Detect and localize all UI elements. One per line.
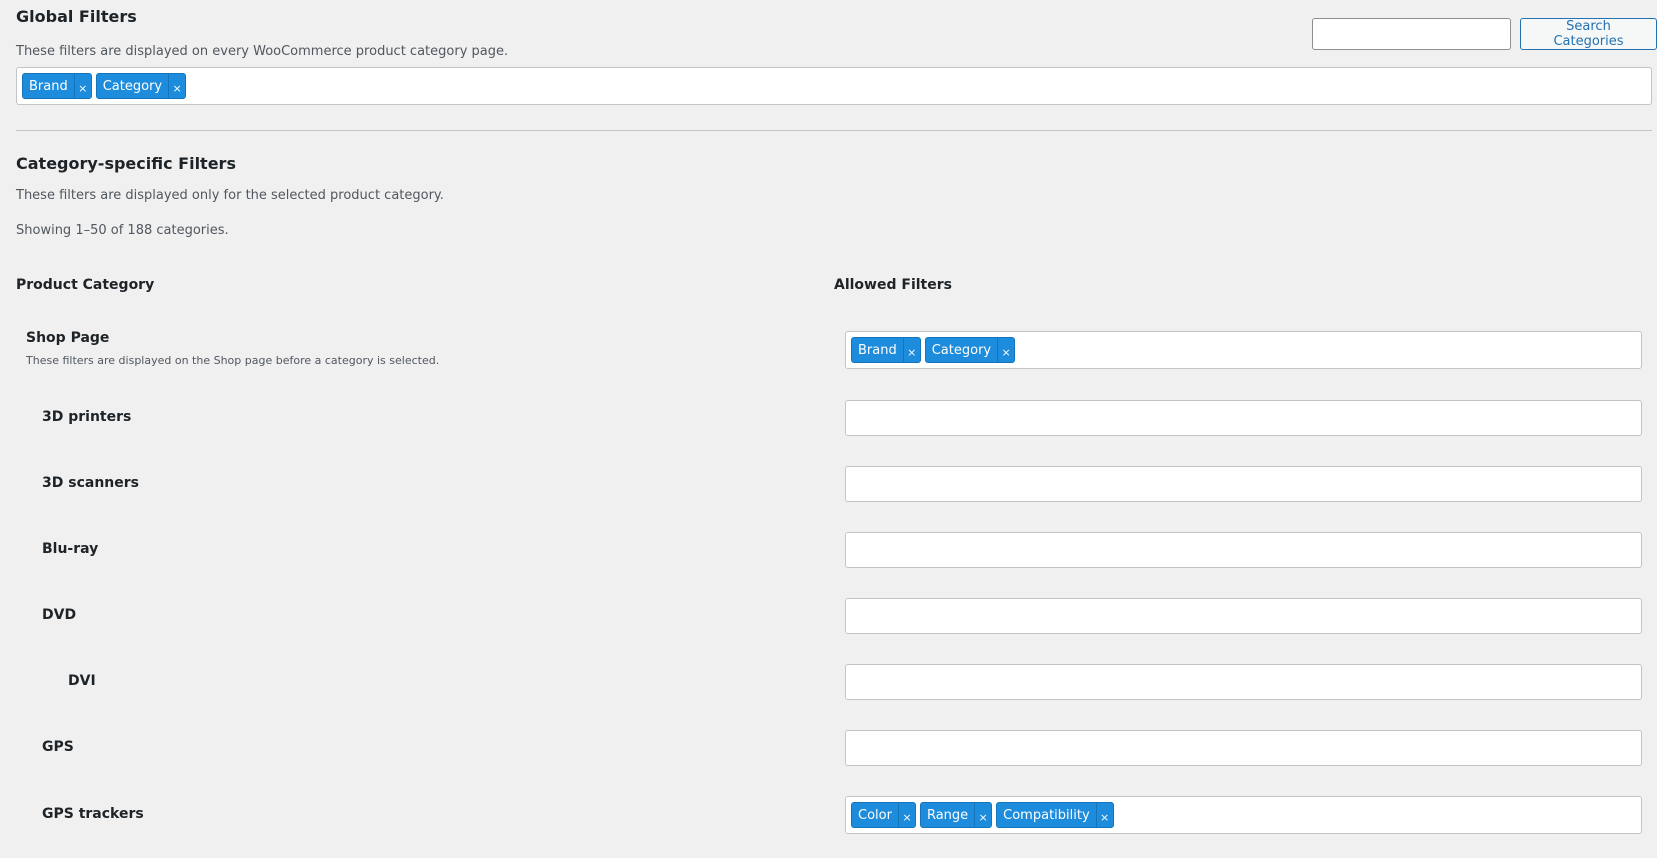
remove-tag-icon[interactable]: ×: [73, 74, 91, 98]
filter-tag: Brand ×: [22, 73, 92, 99]
search-categories-button[interactable]: Search Categories: [1520, 18, 1657, 50]
remove-tag-icon[interactable]: ×: [974, 803, 991, 827]
filter-tag: Brand ×: [851, 337, 921, 363]
shop-page-label: Shop Page: [26, 330, 110, 346]
filter-tag-label: Color: [858, 807, 892, 823]
category-filters-description: These filters are displayed only for the…: [16, 188, 444, 203]
category-name: GPS trackers: [42, 806, 144, 822]
category-name: DVI: [68, 673, 96, 689]
shop-page-filters-select[interactable]: Brand × Category ×: [845, 331, 1642, 369]
remove-tag-icon[interactable]: ×: [897, 803, 915, 827]
category-filters-select[interactable]: Color × Range × Compatibility ×: [845, 796, 1642, 834]
filter-tag: Category ×: [924, 337, 1016, 363]
category-name: Blu-ray: [42, 541, 99, 557]
remove-tag-icon[interactable]: ×: [902, 338, 920, 362]
category-filters-select[interactable]: [845, 664, 1642, 700]
global-filters-title: Global Filters: [16, 7, 137, 26]
remove-tag-icon[interactable]: ×: [168, 74, 185, 98]
filter-tag-label: Range: [926, 807, 969, 823]
filter-tag-label: Category: [931, 342, 992, 358]
category-count: Showing 1–50 of 188 categories.: [16, 223, 229, 238]
section-divider: [16, 130, 1652, 131]
filter-tag: Range ×: [919, 802, 993, 828]
category-filters-select[interactable]: [845, 532, 1642, 568]
filter-tag: Color ×: [851, 802, 916, 828]
search-categories-input[interactable]: [1312, 18, 1511, 50]
filter-tag-label: Brand: [29, 78, 68, 94]
category-filters-title: Category-specific Filters: [16, 154, 236, 173]
category-filters-select[interactable]: [845, 730, 1642, 766]
category-filters-select[interactable]: [845, 400, 1642, 436]
filter-tag-label: Compatibility: [1003, 807, 1090, 823]
filter-tag: Category ×: [95, 73, 187, 99]
shop-page-description: These filters are displayed on the Shop …: [26, 354, 440, 367]
column-header-category: Product Category: [16, 277, 155, 293]
category-name: 3D printers: [42, 409, 132, 425]
remove-tag-icon[interactable]: ×: [997, 338, 1014, 362]
category-name: DVD: [42, 607, 77, 623]
global-filters-select[interactable]: Brand × Category ×: [16, 67, 1652, 105]
remove-tag-icon[interactable]: ×: [1095, 803, 1113, 827]
category-name: GPS: [42, 739, 74, 755]
filter-tag-label: Brand: [858, 342, 897, 358]
category-name: 3D scanners: [42, 475, 139, 491]
filter-tag-label: Category: [102, 78, 163, 94]
category-filters-select[interactable]: [845, 598, 1642, 634]
filter-tag: Compatibility ×: [996, 802, 1114, 828]
category-filters-select[interactable]: [845, 466, 1642, 502]
global-filters-description: These filters are displayed on every Woo…: [16, 44, 509, 59]
column-header-filters: Allowed Filters: [834, 277, 952, 293]
